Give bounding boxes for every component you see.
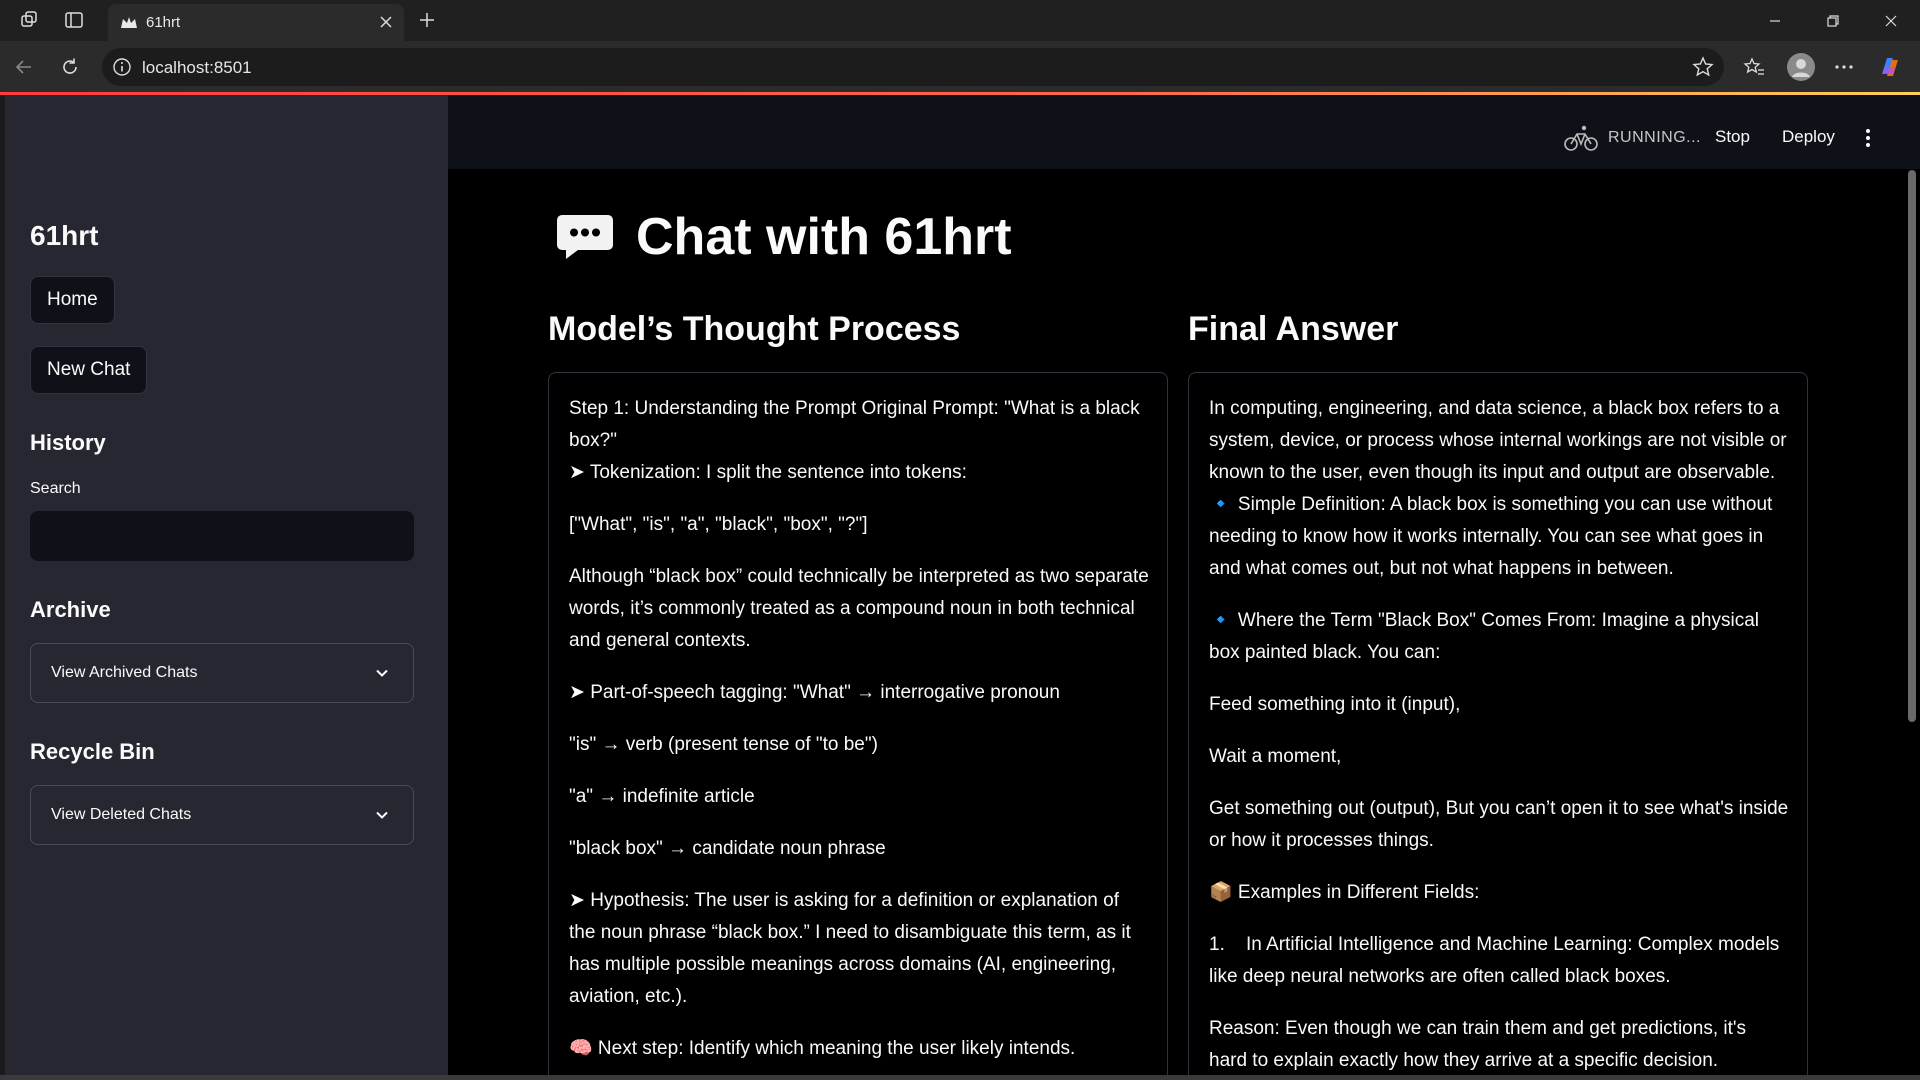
thought-paragraph: 🧠 Next step: Identify which meaning the … bbox=[569, 1038, 1076, 1059]
tab-title: 61hrt bbox=[146, 14, 181, 31]
archived-chats-expander[interactable]: View Archived Chats bbox=[30, 643, 414, 703]
thought-paragraph: Although “black box” could technically b… bbox=[569, 566, 1149, 651]
archive-heading: Archive bbox=[30, 597, 111, 622]
main-scrollbar[interactable] bbox=[1908, 170, 1916, 722]
workspaces-icon[interactable] bbox=[16, 8, 44, 32]
running-status-text: RUNNING... bbox=[1608, 129, 1701, 146]
thought-paragraph: "black box" → candidate noun phrase bbox=[569, 838, 886, 859]
deleted-chats-label: View Deleted Chats bbox=[51, 806, 192, 823]
close-window-icon[interactable] bbox=[1876, 10, 1906, 32]
vertical-tabs-icon[interactable] bbox=[60, 8, 88, 32]
crown-icon bbox=[121, 17, 137, 28]
info-icon[interactable] bbox=[112, 57, 132, 77]
search-label: Search bbox=[30, 480, 81, 497]
back-icon[interactable] bbox=[10, 53, 38, 81]
restore-icon[interactable] bbox=[1818, 10, 1848, 32]
thought-process-panel: Step 1: Understanding the Prompt Origina… bbox=[548, 372, 1168, 1080]
deleted-chats-expander[interactable]: View Deleted Chats bbox=[30, 785, 414, 845]
home-button[interactable]: Home bbox=[30, 276, 115, 324]
browser-tab[interactable]: 61hrt bbox=[108, 4, 404, 41]
thought-paragraph: ➤ Tokenization: I split the sentence int… bbox=[569, 462, 967, 483]
copilot-icon[interactable] bbox=[1876, 53, 1904, 81]
thought-process-heading: Model’s Thought Process bbox=[548, 310, 961, 348]
recycle-bin-heading: Recycle Bin bbox=[30, 739, 155, 764]
running-status: RUNNING... bbox=[1564, 123, 1701, 153]
main-menu-icon[interactable] bbox=[1860, 126, 1876, 150]
browser-tab-bar: 61hrt bbox=[0, 0, 1920, 41]
answer-paragraph: 📦 Examples in Different Fields: bbox=[1209, 882, 1480, 903]
thought-paragraph: Step 1: Understanding the Prompt Origina… bbox=[569, 398, 1140, 451]
window-bottom-edge bbox=[0, 1075, 1920, 1080]
url-bar[interactable]: localhost:8501 bbox=[102, 48, 1724, 86]
speech-bubble-icon bbox=[557, 215, 613, 259]
answer-paragraph: 🔹 Where the Term "Black Box" Comes From:… bbox=[1209, 610, 1759, 663]
final-answer-panel: In computing, engineering, and data scie… bbox=[1188, 372, 1808, 1080]
close-tab-icon[interactable] bbox=[376, 12, 396, 32]
profile-avatar-icon[interactable] bbox=[1785, 51, 1817, 83]
sidebar-app-title: 61hrt bbox=[30, 220, 99, 251]
favorite-star-icon[interactable] bbox=[1692, 56, 1714, 78]
reload-icon[interactable] bbox=[56, 53, 84, 81]
answer-paragraph: 🔹 Simple Definition: A black box is some… bbox=[1209, 494, 1773, 579]
url-text[interactable]: localhost:8501 bbox=[142, 58, 252, 78]
archived-chats-label: View Archived Chats bbox=[51, 664, 198, 681]
thought-paragraph: ➤ Hypothesis: The user is asking for a d… bbox=[569, 890, 1131, 1007]
bicycle-icon bbox=[1564, 125, 1598, 151]
chevron-down-icon bbox=[376, 811, 388, 819]
answer-paragraph: Feed something into it (input), bbox=[1209, 694, 1461, 715]
more-options-icon[interactable] bbox=[1830, 53, 1858, 81]
page-title: Chat with 61hrt bbox=[556, 207, 1012, 267]
thought-paragraph: "is" → verb (present tense of "to be") bbox=[569, 734, 878, 755]
address-toolbar: localhost:8501 bbox=[0, 41, 1920, 93]
minimize-icon[interactable] bbox=[1760, 10, 1790, 32]
new-tab-icon[interactable] bbox=[414, 8, 440, 32]
answer-paragraph: Reason: Even though we can train them an… bbox=[1209, 1018, 1747, 1071]
chevron-down-icon bbox=[376, 669, 388, 677]
answer-paragraph: In computing, engineering, and data scie… bbox=[1209, 398, 1787, 483]
thought-paragraph: ➤ Part-of-speech tagging: "What" → inter… bbox=[569, 682, 1060, 703]
thought-paragraph: ["What", "is", "a", "black", "box", "?"] bbox=[569, 514, 868, 535]
stop-button[interactable]: Stop bbox=[1715, 127, 1750, 147]
answer-paragraph: Wait a moment, bbox=[1209, 746, 1342, 767]
answer-paragraph: 1. In Artificial Intelligence and Machin… bbox=[1209, 934, 1785, 987]
page-title-text: Chat with 61hrt bbox=[636, 208, 1012, 266]
thought-paragraph: "a" → indefinite article bbox=[569, 786, 755, 807]
search-input[interactable] bbox=[30, 511, 414, 561]
new-chat-button[interactable]: New Chat bbox=[30, 346, 148, 394]
deploy-button[interactable]: Deploy bbox=[1782, 127, 1835, 147]
favorites-icon[interactable] bbox=[1740, 53, 1768, 81]
answer-paragraph: Get something out (output), But you can’… bbox=[1209, 798, 1789, 851]
final-answer-heading: Final Answer bbox=[1188, 310, 1399, 348]
history-heading: History bbox=[30, 430, 106, 455]
